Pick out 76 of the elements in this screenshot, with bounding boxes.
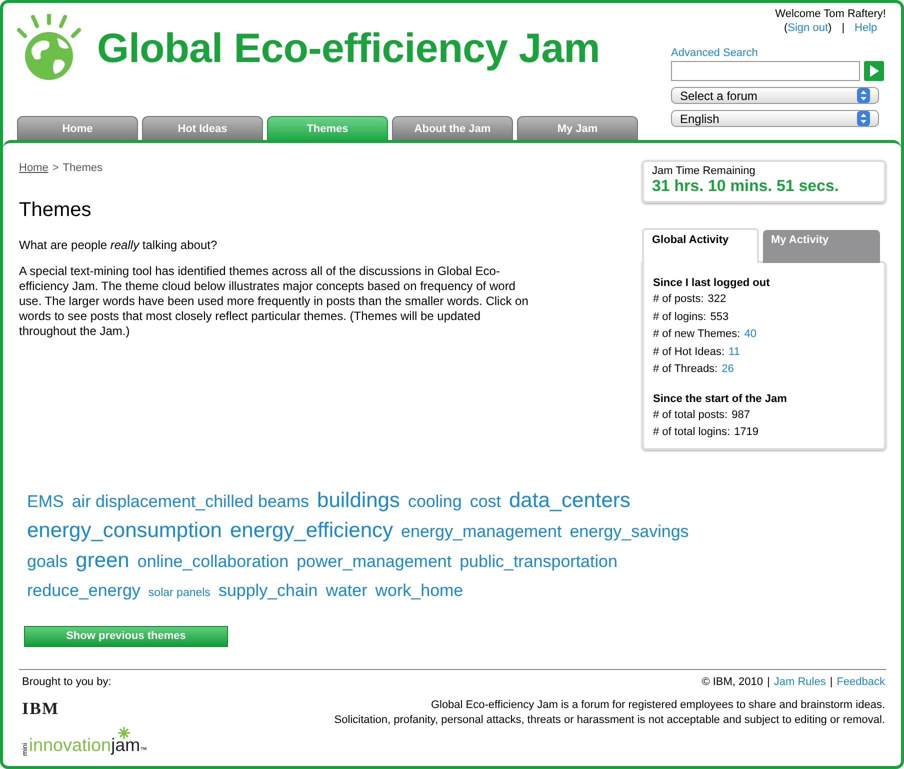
site-title: Global Eco-efficiency Jam [97, 24, 600, 72]
theme-link[interactable]: green [76, 546, 130, 574]
theme-link[interactable]: data_centers [509, 486, 630, 514]
ibm-logo: IBM [22, 698, 59, 718]
stat-value: 553 [710, 310, 729, 324]
footer-link[interactable]: Feedback [836, 676, 885, 688]
stat-label: # of Hot Ideas: [653, 344, 725, 360]
theme-link[interactable]: air displacement_chilled beams [72, 486, 310, 516]
breadcrumb-link[interactable]: Home [19, 162, 48, 174]
language-select[interactable]: English [671, 110, 879, 127]
breadcrumb-separator: > [52, 162, 59, 174]
link[interactable]: Help [854, 22, 878, 34]
play-icon [869, 65, 879, 77]
section-heading: Since I last logged out [653, 277, 771, 289]
theme-link[interactable]: work_home [375, 576, 464, 604]
theme-link[interactable]: reduce_energy [27, 576, 140, 604]
nav-tab[interactable]: About the Jam [392, 116, 513, 140]
user-link-text: ) [828, 22, 832, 34]
theme-link[interactable]: supply_chain [218, 576, 318, 604]
theme-link[interactable]: energy_management [401, 516, 562, 546]
globe-icon [15, 14, 83, 82]
stat-link[interactable]: 26 [722, 361, 734, 378]
theme-link[interactable]: cooling [408, 486, 462, 516]
timer-label: Jam Time Remaining [652, 165, 756, 177]
page-heading: Themes [19, 199, 92, 222]
theme-link[interactable]: EMS [27, 486, 64, 516]
welcome-text: Welcome Tom Raftery! [775, 8, 886, 20]
stat-label: # of total logins: [653, 425, 730, 440]
user-link-text: ( [784, 22, 788, 34]
link[interactable]: Sign out [788, 22, 828, 34]
search-field[interactable] [671, 61, 860, 81]
stat-value: 322 [708, 292, 726, 307]
stat-link[interactable]: 40 [744, 326, 756, 344]
description-text: A special text-mining tool has identified themes across all of the discussions in Global Eco-efficiency Jam. The theme cloud below illustrates major concepts based on frequency of word use. The larger words have been used more frequently in posts than the smaller words. Click on words to see posts that most closely reflect particular themes. (Themes will be updated throughout the Jam.) [19, 264, 530, 339]
activity-tab[interactable]: My Activity [763, 230, 880, 263]
forum-select[interactable]: Select a forum [671, 87, 879, 104]
search-button[interactable] [864, 61, 884, 81]
nav-tab[interactable]: My Jam [517, 116, 638, 140]
stat-value: 987 [732, 408, 750, 422]
theme-link[interactable]: energy_efficiency [230, 516, 394, 544]
theme-link[interactable]: energy_savings [570, 516, 689, 546]
timer-value: 31 hrs. 10 mins. 51 secs. [652, 178, 840, 196]
footer-link[interactable]: Jam Rules [774, 676, 826, 688]
advanced-search-link[interactable]: Advanced Search [671, 47, 758, 59]
nav-tab[interactable]: Hot Ideas [142, 116, 263, 140]
credit-text: Brought to you by: [22, 676, 112, 688]
separator: | [842, 22, 845, 34]
theme-link[interactable]: cost [470, 486, 501, 516]
stat-label: # of Threads: [653, 362, 718, 377]
theme-link[interactable]: buildings [317, 486, 400, 514]
separator: | [830, 676, 833, 688]
theme-link[interactable]: solar panels [148, 578, 210, 608]
nav-tab[interactable]: Themes [267, 116, 388, 140]
section-heading: Since the start of the Jam [653, 392, 788, 404]
show-previous-button[interactable]: Show previous themes [24, 626, 228, 646]
intro-text: What are people really talking about? [19, 238, 218, 253]
theme-link[interactable]: energy_consumption [27, 516, 222, 544]
stat-value: 1719 [734, 425, 759, 440]
theme-link[interactable]: online_collaboration [137, 546, 289, 576]
stat-label: # of logins: [653, 310, 706, 324]
activity-tab[interactable]: Global Activity [642, 228, 759, 263]
nav-tab[interactable]: Home [17, 116, 138, 140]
breadcrumb-current: Themes [62, 162, 103, 174]
stat-label: # of new Themes: [653, 327, 740, 342]
stat-label: # of total posts: [653, 408, 728, 422]
theme-link[interactable]: public_transportation [460, 546, 618, 576]
updown-arrows-icon [857, 111, 870, 126]
updown-arrows-icon [857, 88, 870, 103]
theme-link[interactable]: power_management [296, 546, 452, 576]
separator: | [767, 676, 770, 688]
stat-label: # of posts: [653, 292, 704, 307]
copyright-text: © IBM, 2010 [702, 676, 763, 688]
stat-link[interactable]: 11 [728, 344, 740, 361]
theme-link[interactable]: water [326, 576, 368, 604]
theme-link[interactable]: goals [27, 546, 68, 576]
notice-text: Global Eco-efficiency Jam is a forum for registered employees to share and brainstorm ideas. Solicitation, profanity, personal attacks, threats or harassment is not acceptable and subject to editing or removal. [334, 698, 885, 728]
